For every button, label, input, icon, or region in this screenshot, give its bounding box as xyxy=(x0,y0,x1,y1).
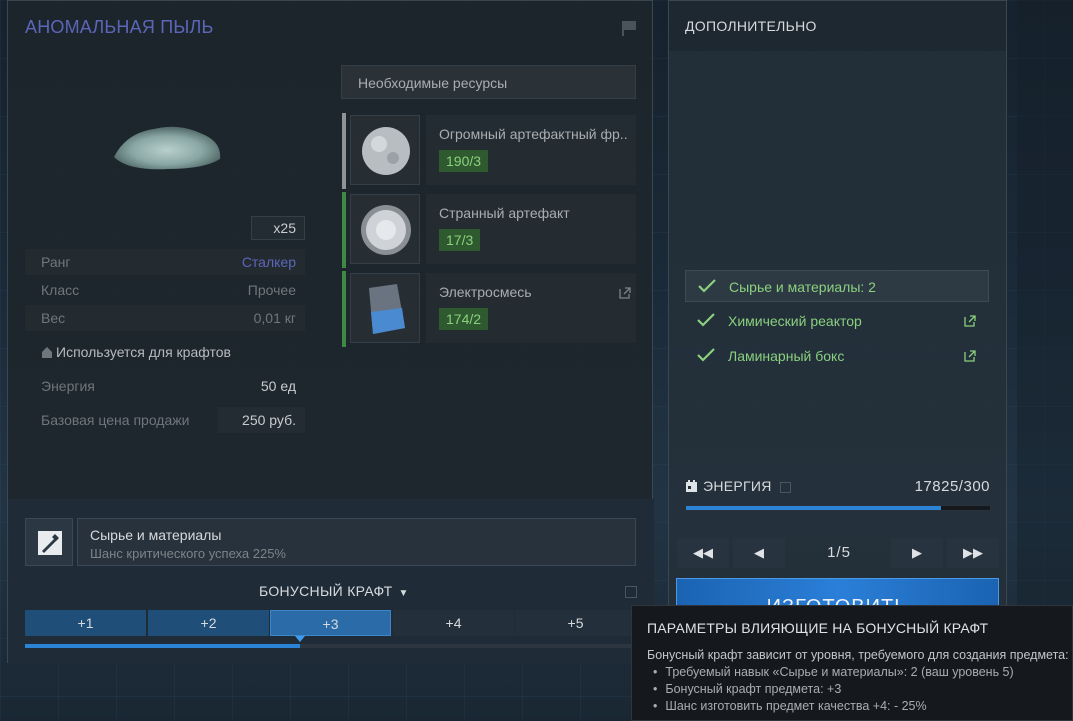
resource-info: Странный артефакт 17/3 xyxy=(426,194,636,264)
bonus-craft-tooltip: ПАРАМЕТРЫ ВЛИЯЮЩИЕ НА БОНУСНЫЙ КРАФТ Бон… xyxy=(631,605,1073,721)
stat-value: Прочее xyxy=(247,282,296,298)
bonus-level-5[interactable]: +5 xyxy=(515,610,636,636)
stat-base-price: Базовая цена продажи 250 руб. xyxy=(25,407,305,433)
stat-label: Энергия xyxy=(41,378,95,394)
used-for-crafts[interactable]: Используется для крафтов xyxy=(41,344,231,360)
first-page-button[interactable]: ◀◀ xyxy=(677,538,729,568)
external-link-icon[interactable] xyxy=(963,349,977,363)
resource-count: 17/3 xyxy=(439,229,481,251)
craft-skill-title: Сырье и материалы xyxy=(90,527,222,543)
energy-label-text: ЭНЕРГИЯ xyxy=(703,478,772,494)
extra-panel: ДОПОЛНИТЕЛЬНО Сырье и материалы: 2 Химич… xyxy=(668,0,1007,626)
resource-name: Электросмесь xyxy=(439,284,532,300)
bonus-craft-dropdown[interactable]: БОНУСНЫЙ КРАФТ ▼ xyxy=(259,583,409,599)
resource-count: 190/3 xyxy=(439,150,489,172)
requirement-item: Химический реактор xyxy=(685,305,989,337)
check-icon xyxy=(697,348,715,362)
stat-label: Ранг xyxy=(41,254,71,270)
prev-page-button[interactable]: ◀ xyxy=(733,538,785,568)
check-icon xyxy=(697,313,715,327)
resource-thumbnail xyxy=(350,115,420,185)
requirement-item: Ламинарный бокс xyxy=(685,340,989,372)
resource-name: Огромный артефактный фр.. xyxy=(439,126,628,142)
stat-label: Базовая цена продажи xyxy=(41,412,190,428)
item-panel: АНОМАЛЬНАЯ ПЫЛЬ x25 Ранг Сталкер Класс П… xyxy=(7,0,654,664)
requirement-label: Сырье и материалы: 2 xyxy=(729,279,876,295)
artifact-fragment-icon xyxy=(362,127,410,175)
requirement-item: Сырье и материалы: 2 xyxy=(685,270,989,302)
strange-artifact-icon xyxy=(361,205,411,255)
item-quantity: x25 xyxy=(251,216,305,240)
caret-down-icon: ▼ xyxy=(398,588,409,599)
crit-chance: Шанс критического успеха 225% xyxy=(90,546,286,561)
extra-header: ДОПОЛНИТЕЛЬНО xyxy=(669,1,1006,51)
stat-rank: Ранг Сталкер xyxy=(25,249,305,275)
stat-energy: Энергия 50 ед xyxy=(25,373,305,399)
resource-thumbnail xyxy=(350,194,420,264)
requirement-label: Химический реактор xyxy=(728,313,862,329)
resource-item[interactable]: Электросмесь 174/2 xyxy=(342,271,637,347)
tooltip-title: ПАРАМЕТРЫ ВЛИЯЮЩИЕ НА БОНУСНЫЙ КРАФТ xyxy=(647,620,989,636)
bonus-level-1[interactable]: +1 xyxy=(25,610,146,636)
page-indicator: 1/5 xyxy=(827,544,851,561)
resource-status-bar xyxy=(342,271,346,347)
stat-label: Вес xyxy=(41,310,66,326)
stat-value: Сталкер xyxy=(241,254,296,270)
craft-skill-icon-box xyxy=(25,518,73,566)
bonus-level-3[interactable]: +3 xyxy=(270,610,391,636)
house-icon xyxy=(42,347,52,358)
materials-icon xyxy=(38,531,62,555)
resource-thumbnail xyxy=(350,273,420,343)
used-for-crafts-label: Используется для крафтов xyxy=(56,344,231,360)
item-title: АНОМАЛЬНАЯ ПЫЛЬ xyxy=(25,17,214,37)
resource-item[interactable]: Странный артефакт 17/3 xyxy=(342,192,637,268)
resource-status-bar xyxy=(342,192,346,268)
bonus-craft-title: БОНУСНЫЙ КРАФТ xyxy=(259,583,393,599)
bonus-level-4[interactable]: +4 xyxy=(393,610,514,636)
stat-label: Класс xyxy=(41,282,80,298)
calendar-icon xyxy=(686,480,697,492)
energy-progress-track xyxy=(685,505,991,511)
resources-header: Необходимые ресурсы xyxy=(341,65,636,99)
stat-value: 250 руб. xyxy=(242,412,296,428)
tooltip-item: Бонусный крафт предмета: +3 xyxy=(653,682,841,696)
craft-section: Сырье и материалы Шанс критического успе… xyxy=(8,499,654,664)
info-square-icon[interactable] xyxy=(779,482,791,493)
tooltip-description: Бонусный крафт зависит от уровня, требуе… xyxy=(647,648,1069,662)
bonus-level-2[interactable]: +2 xyxy=(148,610,269,636)
stat-weight: Вес 0,01 кг xyxy=(25,305,305,331)
anomalous-dust-image xyxy=(114,126,221,170)
tooltip-item: Шанс изготовить предмет качества +4: - 2… xyxy=(653,699,926,713)
bonus-progress-track xyxy=(25,644,636,648)
resource-name: Странный артефакт xyxy=(439,205,570,221)
energy-value: 17825/300 xyxy=(914,478,990,495)
last-page-button[interactable]: ▶▶ xyxy=(947,538,999,568)
stat-class: Класс Прочее xyxy=(25,277,305,303)
bonus-progress-fill xyxy=(25,644,300,648)
pager: ◀◀ ◀ 1/5 ▶ ▶▶ xyxy=(677,538,999,568)
next-page-button[interactable]: ▶ xyxy=(891,538,943,568)
beaker-icon xyxy=(369,284,405,334)
check-icon xyxy=(698,279,716,293)
energy-progress-fill xyxy=(686,506,942,510)
energy-label: ЭНЕРГИЯ xyxy=(685,478,791,494)
tooltip-item: Требуемый навык «Сырье и материалы»: 2 (… xyxy=(653,665,1013,679)
external-link-icon[interactable] xyxy=(618,286,632,300)
resource-count: 174/2 xyxy=(439,308,489,330)
resource-info: Огромный артефактный фр.. 190/3 xyxy=(426,115,636,185)
craft-info: Сырье и материалы Шанс критического успе… xyxy=(77,518,636,566)
external-link-icon[interactable] xyxy=(963,314,977,328)
stat-value: 50 ед xyxy=(260,378,296,394)
resource-status-bar xyxy=(342,113,346,189)
resource-item[interactable]: Огромный артефактный фр.. 190/3 xyxy=(342,113,637,189)
info-square-icon[interactable] xyxy=(625,586,637,598)
bonus-marker xyxy=(295,636,305,642)
stat-value: 0,01 кг xyxy=(253,310,296,326)
resource-info: Электросмесь 174/2 xyxy=(426,273,636,343)
requirement-label: Ламинарный бокс xyxy=(728,348,845,364)
flag-icon[interactable] xyxy=(620,19,638,37)
